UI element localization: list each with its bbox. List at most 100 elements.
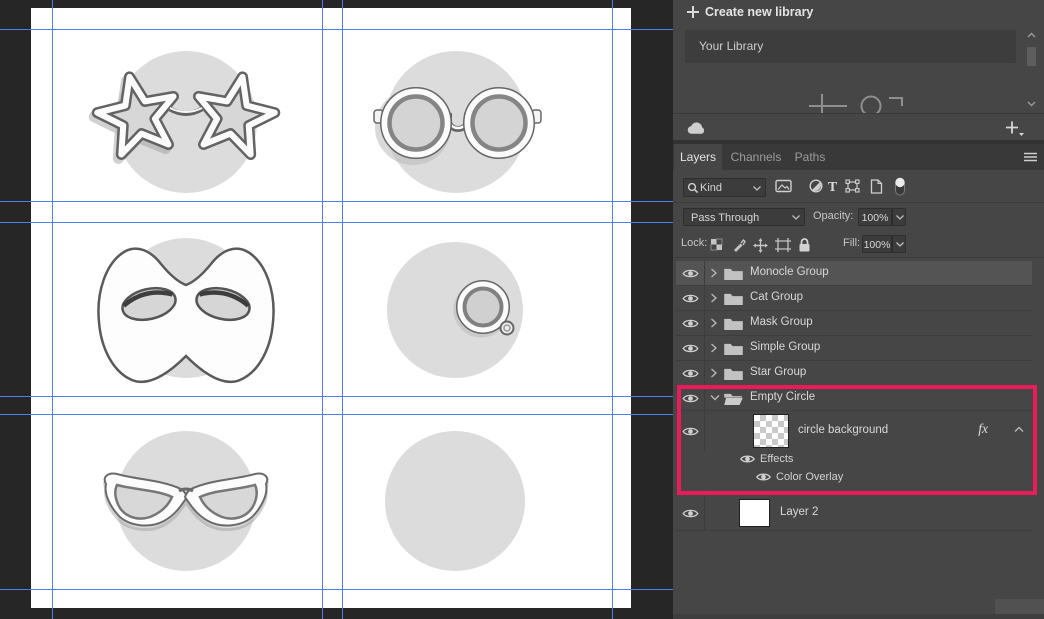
create-new-library-button[interactable]: Create new library bbox=[673, 0, 1044, 26]
visibility-toggle[interactable] bbox=[676, 311, 705, 335]
guide-vertical bbox=[52, 0, 54, 619]
folder-icon bbox=[724, 367, 743, 380]
opacity-dropdown-button[interactable] bbox=[892, 208, 906, 226]
kind-filter-label: Kind bbox=[700, 182, 722, 194]
layer-row-empty-circle-group[interactable]: Empty Circle bbox=[676, 386, 1032, 411]
tab-paths[interactable]: Paths bbox=[789, 144, 831, 170]
fx-badge[interactable]: fx bbox=[978, 421, 988, 437]
eye-icon[interactable] bbox=[740, 454, 755, 464]
lock-transparency-icon[interactable] bbox=[710, 238, 723, 251]
tab-layers-label: Layers bbox=[680, 150, 716, 164]
collapse-effects-chevron-icon[interactable] bbox=[1014, 426, 1024, 433]
photoshop-window: Create new library Your Library bbox=[0, 0, 1044, 619]
lock-label: Lock: bbox=[681, 237, 707, 249]
kind-filter-dropdown[interactable]: Kind bbox=[683, 178, 766, 197]
folder-icon bbox=[724, 292, 743, 305]
layer-name: Cat Group bbox=[750, 291, 803, 303]
plus-icon bbox=[686, 5, 700, 19]
eye-icon bbox=[682, 293, 699, 304]
chevron-down-icon bbox=[896, 215, 904, 220]
color-overlay-row[interactable]: Color Overlay bbox=[676, 469, 1032, 487]
filter-adjustment-layers-icon[interactable] bbox=[809, 179, 823, 193]
eye-icon bbox=[682, 318, 699, 329]
eye-icon bbox=[682, 268, 699, 279]
layer-name: Simple Group bbox=[750, 341, 820, 353]
library-select-button[interactable]: Your Library bbox=[685, 30, 1016, 63]
guide-horizontal bbox=[0, 222, 673, 224]
libraries-scrollbar[interactable] bbox=[1023, 30, 1040, 113]
canvas-artwork bbox=[0, 0, 673, 619]
layer-name: Layer 2 bbox=[780, 506, 818, 518]
opacity-value: 100% bbox=[859, 212, 891, 224]
layer-thumbnail[interactable] bbox=[753, 414, 789, 448]
layer-row-group[interactable]: Star Group bbox=[676, 361, 1032, 386]
chevron-right-icon[interactable] bbox=[710, 318, 717, 328]
document-canvas[interactable] bbox=[0, 0, 673, 619]
layer-row-group[interactable]: Simple Group bbox=[676, 336, 1032, 361]
create-new-library-label: Create new library bbox=[705, 5, 813, 19]
libraries-bottom-bar bbox=[673, 113, 1044, 140]
guide-vertical bbox=[342, 0, 344, 619]
visibility-toggle[interactable] bbox=[676, 495, 705, 530]
eye-icon bbox=[682, 368, 699, 379]
chevron-right-icon[interactable] bbox=[710, 368, 717, 378]
filter-shape-layers-icon[interactable] bbox=[845, 179, 860, 193]
filter-pixel-layers-icon[interactable] bbox=[775, 179, 792, 193]
chevron-down-icon bbox=[792, 215, 800, 220]
layer-name: Star Group bbox=[750, 366, 806, 378]
layer-row-group[interactable]: Monocle Group bbox=[676, 261, 1032, 286]
chevron-up-icon[interactable] bbox=[1027, 32, 1036, 38]
lock-position-icon[interactable] bbox=[753, 238, 768, 253]
scrollbar-thumb[interactable] bbox=[1027, 47, 1036, 66]
chevron-right-icon[interactable] bbox=[710, 268, 717, 278]
filter-type-layers-icon[interactable]: T bbox=[826, 179, 839, 193]
lock-artboard-icon[interactable] bbox=[775, 238, 791, 252]
effects-row[interactable]: Effects bbox=[676, 451, 1032, 469]
guide-horizontal bbox=[0, 414, 673, 416]
tab-channels[interactable]: Channels bbox=[727, 144, 785, 170]
tab-channels-label: Channels bbox=[731, 150, 782, 164]
layer-name: Mask Group bbox=[750, 316, 813, 328]
panel-bottom-edge bbox=[673, 614, 1044, 619]
opacity-value-field[interactable]: 100% bbox=[858, 208, 892, 226]
layer-row-circle-background[interactable]: circle background fx bbox=[676, 411, 1032, 451]
chevron-down-icon[interactable] bbox=[1027, 101, 1036, 107]
fill-label: Fill: bbox=[843, 237, 860, 249]
layer-thumbnail[interactable] bbox=[739, 499, 770, 527]
guide-vertical bbox=[612, 0, 614, 619]
guide-horizontal bbox=[0, 396, 673, 398]
layer-row-group[interactable]: Cat Group bbox=[676, 286, 1032, 311]
svg-text:T: T bbox=[828, 180, 838, 193]
panel-menu-icon[interactable] bbox=[1024, 152, 1037, 162]
visibility-toggle[interactable] bbox=[676, 361, 705, 385]
fill-value: 100% bbox=[863, 239, 891, 251]
visibility-toggle[interactable] bbox=[676, 336, 705, 360]
cloud-sync-icon[interactable] bbox=[686, 121, 707, 135]
fill-value-field[interactable]: 100% bbox=[862, 235, 892, 253]
library-item-preview[interactable] bbox=[801, 90, 931, 113]
tab-layers[interactable]: Layers bbox=[674, 144, 722, 170]
visibility-toggle[interactable] bbox=[676, 411, 705, 451]
search-icon bbox=[687, 182, 699, 194]
filter-smart-objects-icon[interactable] bbox=[870, 179, 883, 194]
fill-dropdown-button[interactable] bbox=[892, 235, 906, 253]
layers-panel-tabbar: Layers Channels Paths bbox=[673, 144, 1044, 170]
chevron-down-icon[interactable] bbox=[710, 394, 720, 401]
chevron-right-icon[interactable] bbox=[710, 343, 717, 353]
panel-resize-corner[interactable] bbox=[995, 599, 1044, 614]
add-library-item-icon[interactable] bbox=[1005, 120, 1025, 137]
guide-vertical bbox=[322, 0, 324, 619]
blend-mode-dropdown[interactable]: Pass Through bbox=[683, 208, 805, 226]
visibility-toggle[interactable] bbox=[676, 286, 705, 310]
visibility-toggle[interactable] bbox=[676, 386, 705, 410]
layer-row-group[interactable]: Mask Group bbox=[676, 311, 1032, 336]
filter-toggle-icon[interactable] bbox=[894, 176, 906, 197]
visibility-toggle[interactable] bbox=[676, 261, 705, 285]
guide-horizontal bbox=[0, 589, 673, 591]
lock-pixels-icon[interactable] bbox=[732, 238, 746, 252]
eye-icon bbox=[682, 508, 699, 519]
lock-all-icon[interactable] bbox=[798, 238, 811, 252]
eye-icon[interactable] bbox=[756, 472, 771, 482]
chevron-right-icon[interactable] bbox=[710, 293, 717, 303]
layer-row-layer-2[interactable]: Layer 2 bbox=[676, 495, 1032, 531]
